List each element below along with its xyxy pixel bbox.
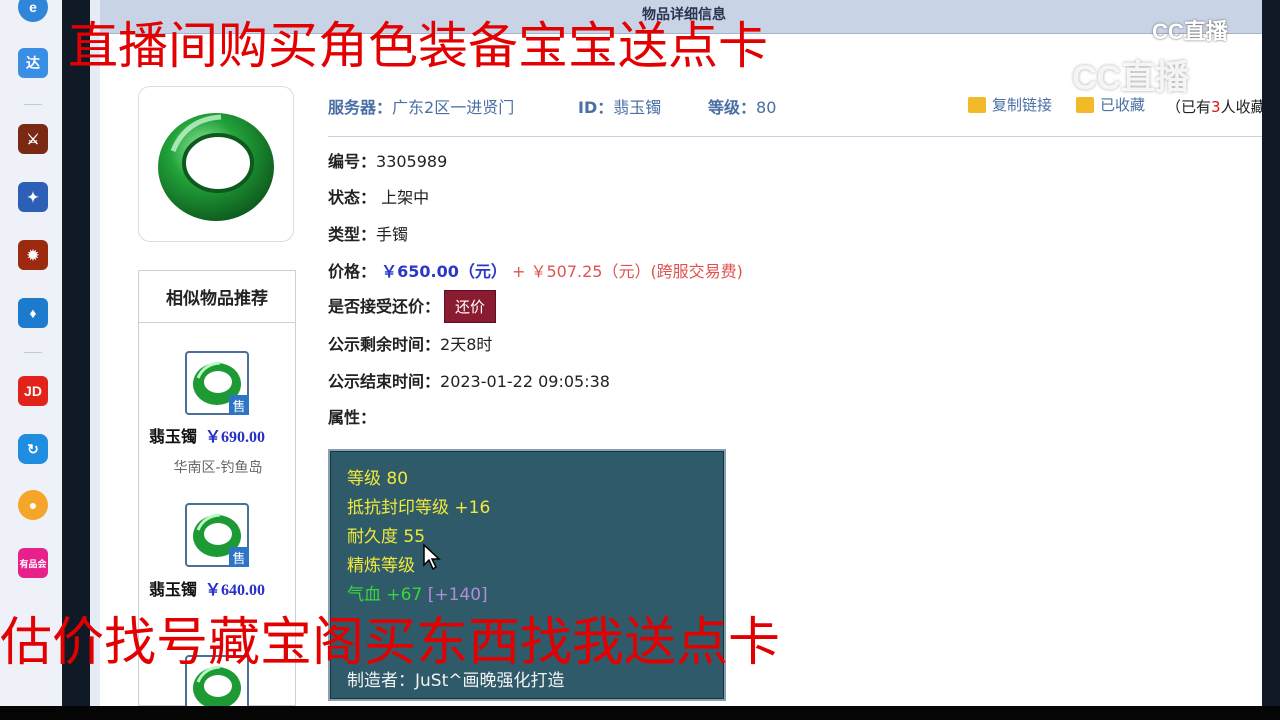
server-value: 广东2区一进贤门 [392, 98, 515, 117]
similar-items-title: 相似物品推荐 [139, 271, 295, 323]
favorite-count-note: （已有3人收藏） [1166, 96, 1262, 117]
attr-refine-level: 精炼等级 [347, 556, 415, 576]
taskbar-separator [24, 352, 42, 353]
for-sale-badge: 售 [229, 395, 249, 415]
number-field: 编号：3305989 [328, 148, 447, 172]
price-value: ￥650.00（元） [381, 262, 507, 281]
cross-server-fee: ￥507.25（元）(跨服交易费) [530, 262, 743, 281]
copy-link-button[interactable]: 复制链接 [968, 94, 1052, 115]
server-label: 服务器： [328, 98, 393, 117]
cc-live-watermark-large: CC直播 [1072, 59, 1190, 97]
similar-item-name: 翡玉镯 [149, 429, 198, 446]
id-label: ID： [578, 98, 614, 117]
number-value: 3305989 [376, 152, 448, 171]
id-value: 翡玉镯 [613, 98, 662, 117]
counter-offer-button[interactable]: 还价 [444, 290, 497, 323]
game-2-icon[interactable]: ✦ [18, 182, 48, 212]
fav-note-suffix: 人收藏） [1220, 98, 1262, 116]
similar-item-name: 翡玉镯 [149, 582, 198, 599]
price-label: 价格： [328, 264, 377, 281]
similar-item-server: 华南区-钓鱼岛 [173, 460, 263, 476]
level-label: 等级： [708, 98, 757, 117]
da-app-label: 达 [26, 55, 40, 71]
similar-item-name-price[interactable]: 翡玉镯 ￥690.00 [149, 423, 265, 447]
level-value: 80 [756, 98, 777, 117]
browser-icon[interactable]: e [18, 0, 48, 22]
number-label: 编号： [328, 154, 377, 171]
end-time-label: 公示结束时间： [328, 374, 441, 391]
counter-offer-label: 是否接受还价： [328, 299, 441, 316]
shop-app-icon[interactable]: 有品会 [18, 548, 48, 578]
type-field: 类型：手镯 [328, 221, 408, 245]
shop-app-label: 有品会 [19, 558, 47, 569]
jd-app-icon[interactable]: JD [18, 376, 48, 406]
copy-link-icon [968, 96, 986, 113]
game-3-icon[interactable]: ✹ [18, 240, 48, 270]
type-value: 手镯 [376, 225, 409, 244]
stream-promo-top: 直播间购买角色装备宝宝送点卡 [68, 17, 768, 75]
mouse-cursor-icon [423, 543, 441, 571]
attributes-field: 属性： [328, 404, 376, 428]
similar-item-thumbnail[interactable]: 售 [185, 351, 249, 415]
attr-durability: 耐久度 55 [347, 527, 426, 547]
price-plus: + [511, 262, 526, 281]
refresh-app-icon[interactable]: ↻ [18, 434, 48, 464]
pet-app-icon[interactable]: ● [18, 490, 48, 520]
end-time-field: 公示结束时间：2023-01-22 09:05:38 [328, 368, 610, 392]
remaining-time-field: 公示剩余时间：2天8时 [328, 331, 492, 355]
game-4-icon[interactable]: ♦ [18, 298, 48, 328]
divider [328, 136, 1262, 137]
item-image [138, 86, 294, 242]
remaining-time-value: 2天8时 [440, 335, 493, 354]
attributes-label: 属性： [328, 410, 377, 427]
copy-link-label: 复制链接 [992, 96, 1053, 114]
for-sale-badge: 售 [229, 547, 249, 567]
status-field: 状态： 上架中 [328, 184, 429, 208]
status-label: 状态： [328, 190, 377, 207]
jade-bracelet-image [158, 113, 274, 221]
remaining-time-label: 公示剩余时间： [328, 337, 441, 354]
cc-live-watermark-small: CC直播 [1152, 19, 1228, 44]
jd-app-label: JD [24, 383, 42, 399]
price-field: 价格： ￥650.00（元） + ￥507.25（元）(跨服交易费) [328, 258, 743, 282]
taskbar-separator [24, 104, 42, 105]
game-1-icon[interactable]: ⚔ [18, 124, 48, 154]
counter-offer-field: 是否接受还价： 还价 [328, 290, 497, 323]
end-time-value: 2023-01-22 09:05:38 [440, 372, 610, 391]
da-app-icon[interactable]: 达 [18, 48, 48, 78]
status-value: 上架中 [381, 188, 430, 207]
attr-seal-resist: 抵抗封印等级 +16 [347, 498, 491, 518]
similar-item-price: ￥640.00 [205, 582, 266, 599]
fav-count: 3 [1211, 98, 1221, 116]
type-label: 类型： [328, 227, 377, 244]
screen-bottom-edge [0, 706, 1280, 720]
window-dark-border-right [1262, 0, 1280, 720]
similar-item-price: ￥690.00 [205, 429, 266, 446]
attr-level: 等级 80 [347, 469, 409, 489]
similar-item-name-price[interactable]: 翡玉镯 ￥640.00 [149, 576, 265, 600]
fav-note-prefix: （已有 [1166, 98, 1212, 116]
similar-item-thumbnail[interactable]: 售 [185, 503, 249, 567]
stream-promo-bottom: 估价找号藏宝阁买东西找我送点卡 [0, 613, 781, 673]
